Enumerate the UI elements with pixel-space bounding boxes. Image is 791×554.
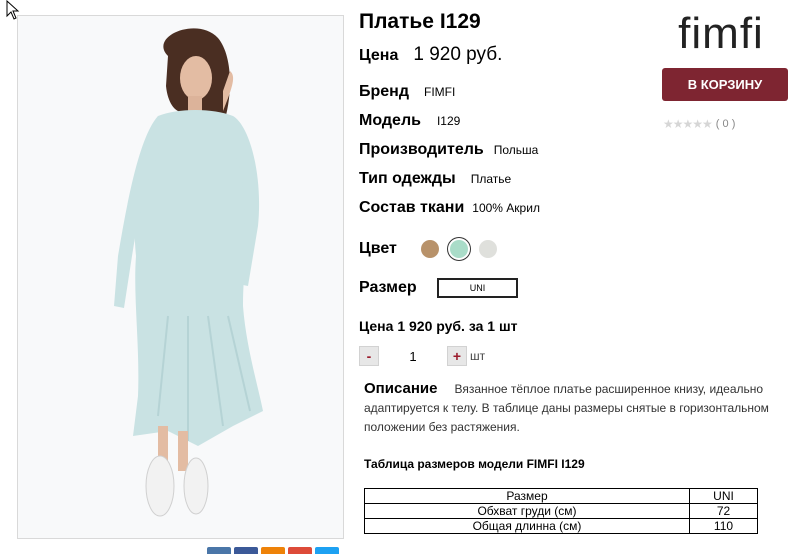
quantity-unit: шт (470, 349, 486, 363)
rating-count: ( 0 ) (715, 118, 736, 130)
attribute-manufacturer: Производитель Польша (359, 141, 538, 159)
table-header-cell: UNI (689, 488, 758, 504)
attribute-label: Состав ткани (359, 199, 465, 216)
table-cell: 110 (689, 518, 758, 534)
price-label: Цена (359, 47, 399, 64)
add-to-cart-button[interactable]: В КОРЗИНУ (662, 68, 788, 101)
attribute-value: 100% Акрил (472, 201, 540, 215)
color-swatch-brown[interactable] (421, 240, 439, 258)
attribute-value: FIMFI (424, 85, 456, 99)
table-row: Обхват груди (см) 72 (364, 503, 758, 519)
product-description: Описание Вязанное тёплое платье расширенн… (364, 379, 791, 437)
attribute-fabric: Состав ткани 100% Акрил (359, 199, 540, 217)
quantity-input[interactable]: 1 (379, 349, 447, 364)
brand-logo: fimfi (678, 9, 764, 58)
table-header-row: Размер UNI (364, 488, 758, 504)
attribute-value: Польша (493, 143, 539, 157)
attribute-model: Модель I129 (359, 112, 460, 130)
size-table: Размер UNI Обхват груди (см) 72 Общая дл… (364, 488, 758, 534)
table-cell: Обхват груди (см) (364, 503, 690, 519)
size-table-title: Таблица размеров модели FIMFI I129 (364, 457, 585, 471)
table-cell: Общая длинна (см) (364, 518, 690, 534)
size-option-uni[interactable]: UNI (437, 278, 518, 298)
share-buttons[interactable] (207, 547, 339, 554)
attribute-label: Производитель (359, 141, 484, 158)
rating-stars-icon[interactable]: ★★★★★ (663, 117, 713, 131)
vk-share-icon[interactable] (207, 547, 231, 554)
odnoklassniki-share-icon[interactable] (261, 547, 285, 554)
table-header-cell: Размер (364, 488, 690, 504)
google-share-icon[interactable] (288, 547, 312, 554)
size-label: Размер (359, 279, 417, 296)
color-swatch-mint[interactable] (450, 240, 468, 258)
attribute-brand: Бренд FIMFI (359, 83, 455, 101)
quantity-increase-button[interactable]: + (447, 346, 467, 366)
attribute-label: Тип одежды (359, 170, 456, 187)
price-row: Цена 1 920 руб. (359, 44, 502, 66)
product-rating[interactable]: ★★★★★ ( 0 ) (663, 117, 735, 131)
attribute-value: Платье (470, 172, 512, 186)
unit-price: Цена 1 920 руб. за 1 шт (359, 318, 518, 334)
twitter-share-icon[interactable] (315, 547, 339, 554)
quantity-stepper: - 1 + шт (359, 346, 485, 366)
attribute-clothing-type: Тип одежды Платье (359, 170, 511, 188)
color-selector: Цвет (359, 240, 508, 258)
product-title: Платье I129 (359, 10, 481, 33)
facebook-share-icon[interactable] (234, 547, 258, 554)
description-heading: Описание (364, 380, 438, 397)
size-selector: Размер UNI (359, 278, 518, 298)
attribute-label: Модель (359, 112, 421, 129)
table-cell: 72 (689, 503, 758, 519)
color-swatch-grey[interactable] (479, 240, 497, 258)
price-value: 1 920 руб. (413, 44, 503, 65)
quantity-decrease-button[interactable]: - (359, 346, 379, 366)
table-row: Общая длинна (см) 110 (364, 518, 758, 534)
color-label: Цвет (359, 240, 397, 257)
product-photo[interactable] (17, 15, 344, 539)
attribute-value: I129 (436, 114, 461, 128)
attribute-label: Бренд (359, 83, 409, 100)
